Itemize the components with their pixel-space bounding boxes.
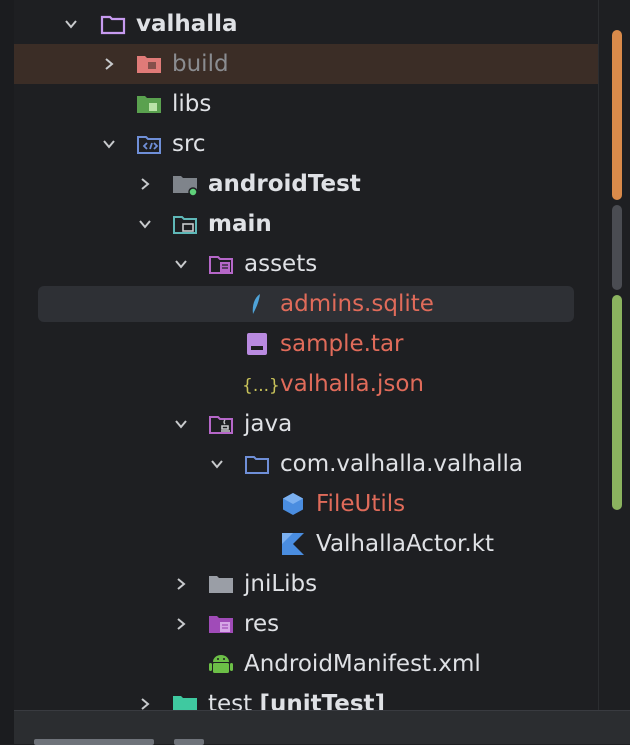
tree-row-main[interactable]: main xyxy=(14,204,598,244)
chevron-right-icon[interactable] xyxy=(174,577,188,591)
status-bar-item[interactable] xyxy=(34,739,154,745)
tree-row-androidmanifest[interactable]: AndroidManifest.xml xyxy=(14,644,598,684)
tree-row-build[interactable]: build xyxy=(14,44,598,84)
tree-row-src[interactable]: src xyxy=(14,124,598,164)
tree-row-assets[interactable]: assets xyxy=(14,244,598,284)
tree-row-label: main xyxy=(208,211,272,237)
package-folder-icon xyxy=(245,456,269,474)
resources-folder-icon xyxy=(209,616,233,633)
tree-row-label: java xyxy=(244,411,293,437)
tree-row-valhalla[interactable]: valhalla xyxy=(14,4,598,44)
tree-row-res[interactable]: res xyxy=(14,604,598,644)
tree-row-label: res xyxy=(244,611,280,637)
library-folder-icon xyxy=(137,96,161,113)
tree-row-label: valhalla.json xyxy=(280,371,424,397)
project-tree-panel: valhalla build libs src androidTest main… xyxy=(14,0,598,710)
module-folder-icon xyxy=(100,15,126,35)
source-set-tag: [unitTest] xyxy=(259,691,386,710)
status-bar-item[interactable] xyxy=(174,739,204,745)
tree-row-test[interactable]: test [unitTest] xyxy=(14,684,598,710)
sqlite-feather-icon xyxy=(252,294,260,314)
tree-row-label: build xyxy=(172,51,229,77)
tree-row-valhallaactor-kt[interactable]: ValhallaActor.kt xyxy=(14,524,598,564)
chevron-down-icon[interactable] xyxy=(210,457,224,471)
tree-row-fileutils[interactable]: FileUtils xyxy=(14,484,598,524)
tree-row-label: src xyxy=(172,131,206,157)
tree-row-label: FileUtils xyxy=(316,491,406,517)
tree-row-label: assets xyxy=(244,251,318,277)
tree-row-label: test [unitTest] xyxy=(208,692,385,710)
scroll-marker-green xyxy=(612,295,622,510)
tree-row-label: AndroidManifest.xml xyxy=(244,651,481,677)
source-set-folder-icon xyxy=(173,216,197,234)
tree-row-label: valhalla xyxy=(136,11,238,37)
test-source-folder-icon xyxy=(173,176,198,196)
scrollbar-thumb[interactable] xyxy=(612,205,622,290)
tree-row-label: admins.sqlite xyxy=(280,291,434,317)
tree-row-label: sample.tar xyxy=(280,331,404,357)
chevron-right-icon[interactable] xyxy=(174,617,188,631)
tree-row-label: libs xyxy=(172,91,212,117)
object-class-icon xyxy=(283,493,303,515)
chevron-down-icon[interactable] xyxy=(102,137,116,151)
archive-file-icon xyxy=(247,333,267,355)
tree-row-java[interactable]: java xyxy=(14,404,598,444)
chevron-right-icon[interactable] xyxy=(138,177,152,191)
tree-row-androidtest[interactable]: androidTest xyxy=(14,164,598,204)
scroll-marker-orange xyxy=(612,30,622,200)
tree-row-package[interactable]: com.valhalla.valhalla xyxy=(14,444,598,484)
chevron-right-icon[interactable] xyxy=(138,697,152,710)
kotlin-file-icon xyxy=(282,533,304,555)
tree-row-label: com.valhalla.valhalla xyxy=(280,451,524,477)
chevron-right-icon[interactable] xyxy=(102,57,116,71)
json-file-icon: {...} xyxy=(242,376,280,396)
tree-row-label-name: test xyxy=(208,691,253,710)
tree-row-label: jniLibs xyxy=(244,571,318,597)
chevron-down-icon[interactable] xyxy=(174,257,188,271)
tree-row-valhalla-json[interactable]: {...} valhalla.json xyxy=(14,364,598,404)
test-folder-icon xyxy=(173,696,197,710)
chevron-down-icon[interactable] xyxy=(64,17,78,31)
left-gutter xyxy=(0,0,14,744)
tree-row-sample-tar[interactable]: sample.tar xyxy=(14,324,598,364)
chevron-down-icon[interactable] xyxy=(138,217,152,231)
folder-icon xyxy=(209,576,233,593)
tree-row-libs[interactable]: libs xyxy=(14,84,598,124)
android-icon xyxy=(209,655,233,673)
tree-row-admins-sqlite[interactable]: admins.sqlite xyxy=(14,284,598,324)
tree-row-label: ValhallaActor.kt xyxy=(316,531,495,557)
chevron-down-icon[interactable] xyxy=(174,417,188,431)
status-bar xyxy=(14,710,630,745)
tree-row-jnilibs[interactable]: jniLibs xyxy=(14,564,598,604)
resources-folder-icon xyxy=(209,256,233,274)
excluded-folder-icon xyxy=(137,56,161,73)
source-folder-icon xyxy=(137,136,161,154)
tree-row-label: androidTest xyxy=(208,171,361,197)
java-source-folder-icon xyxy=(209,416,233,434)
